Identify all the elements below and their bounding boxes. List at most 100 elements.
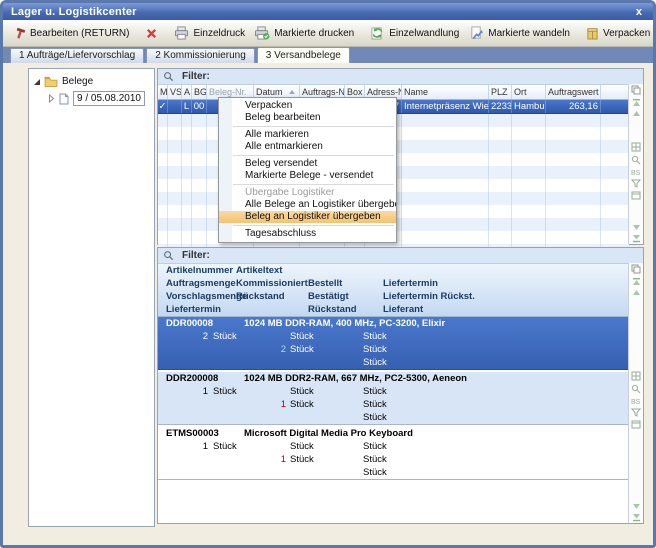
markierte-wandeln-button[interactable]: Markierte wandeln [464, 24, 575, 42]
copy-icon[interactable] [631, 85, 641, 95]
funnel-icon[interactable] [631, 408, 641, 417]
cell-a[interactable]: L [182, 100, 192, 113]
column-header-plz[interactable]: PLZ [489, 85, 512, 99]
column-header-vs[interactable]: VS [168, 85, 182, 99]
scroll-top-icon[interactable] [632, 98, 641, 107]
article-group-ddr00008[interactable]: DDR00008 1024 MB DDR-RAM, 400 MHz, PC-32… [158, 317, 629, 370]
column-header-a[interactable]: A [182, 85, 192, 99]
svg-text:BS: BS [631, 399, 641, 405]
grid-icon[interactable] [631, 142, 641, 152]
bs-icon[interactable]: BS [631, 397, 642, 405]
column-header-name[interactable]: Name [402, 85, 489, 99]
group-title-line: ETMS00003 Microsoft Digital Media Pro Ke… [158, 427, 629, 440]
zoom-icon[interactable] [631, 155, 641, 165]
tree-node-document-label[interactable]: 9 / 05.08.2010 [73, 91, 145, 106]
grid-line [512, 114, 546, 247]
artikelnummer: DDR200008 [166, 372, 218, 385]
grid-icon[interactable] [631, 371, 641, 381]
einzeldruck-button[interactable]: Einzeldruck [169, 24, 250, 42]
article-group-ddr200008[interactable]: DDR200008 1024 MB DDR2-RAM, 667 MHz, PC2… [158, 372, 629, 425]
rueckstand-value: 1 [244, 398, 286, 411]
header-rueckstand: Rückstand [236, 291, 308, 302]
window-icon[interactable] [631, 420, 641, 429]
app-window: Lager u. Logistikcenter x Bearbeiten (RE… [0, 0, 656, 548]
cell-auftragswert[interactable]: 263,16 [546, 100, 601, 113]
menu-item-beleg-versendet[interactable]: Beleg versendet [219, 158, 396, 170]
column-header-bg[interactable]: BG [192, 85, 207, 99]
header-vorschlagsmenge: Vorschlagsmenge [158, 291, 236, 302]
markierte-drucken-button[interactable]: Markierte drucken [250, 24, 359, 42]
convert-arrows-icon [370, 26, 385, 40]
tree-node-belege[interactable]: Belege [29, 73, 154, 90]
cell-plz[interactable]: 22335 [489, 100, 512, 113]
scroll-bottom-icon[interactable] [632, 513, 641, 522]
verpacken-button[interactable]: Verpacken [581, 24, 655, 42]
header-row-2: Auftragsmenge Kommissioniert Bestellt Li… [158, 277, 629, 290]
unit-label: Stück [363, 411, 387, 424]
grid-line [192, 114, 207, 247]
window-icon[interactable] [631, 191, 641, 200]
menu-item-verpacken[interactable]: Verpacken [219, 100, 396, 112]
tree-node-document[interactable]: 9 / 05.08.2010 [29, 90, 154, 107]
expand-arrow-icon[interactable] [34, 79, 40, 85]
printer-marked-icon [255, 26, 270, 40]
bearbeiten-button[interactable]: Bearbeiten (RETURN) [8, 25, 134, 42]
column-header-ort[interactable]: Ort [512, 85, 546, 99]
copy-icon[interactable] [631, 264, 641, 274]
svg-text:BS: BS [631, 170, 641, 176]
column-header-auftragswert[interactable]: Auftragswert € [546, 85, 601, 99]
scroll-bottom-icon[interactable] [632, 234, 641, 243]
menu-item-beleg-bearbeiten[interactable]: Beleg bearbeiten [219, 112, 396, 124]
auftragsmenge-value: 2 [166, 330, 208, 343]
scroll-up-icon[interactable] [632, 289, 641, 296]
scroll-down-icon[interactable] [632, 224, 641, 231]
column-header-filler [601, 85, 629, 99]
collapse-arrow-icon[interactable] [48, 94, 55, 103]
menu-item-alle-belege-an-logistiker[interactable]: Alle Belege an Logistiker übergeben [219, 199, 396, 211]
printer-icon [174, 26, 189, 40]
grid-line [182, 114, 192, 247]
cell-vs[interactable] [168, 100, 182, 113]
artikelnummer: DDR00008 [166, 317, 213, 330]
column-header-m[interactable]: M [158, 85, 168, 99]
group-qty-line: 2 Stück Stück Stück [158, 330, 629, 343]
menu-item-uebergabe-logistiker: Übergabe Logistiker [219, 187, 396, 199]
top-grid-side-toolbar: BS [628, 84, 643, 244]
cell-ort[interactable]: Hamburg [512, 100, 546, 113]
cell-marked[interactable]: ✓ [158, 100, 168, 113]
bs-icon[interactable]: BS [631, 168, 642, 176]
header-kommissioniert: Kommissioniert [236, 278, 308, 289]
group-qty-line: 1 Stück Stück Stück [158, 385, 629, 398]
tab-kommissionierung[interactable]: 2 Kommissionierung [146, 48, 255, 63]
top-filter-bar[interactable]: Filter: [158, 69, 643, 85]
tab-versandbelege[interactable]: 3 Versandbelege [257, 47, 350, 63]
scroll-top-icon[interactable] [632, 277, 641, 286]
delete-x-icon [145, 27, 158, 40]
artikeltext: 1024 MB DDR2-RAM, 667 MHz, PC2-5300, Aen… [244, 372, 467, 385]
menu-separator [233, 155, 394, 156]
markierte-wandeln-label: Markierte wandeln [488, 28, 570, 39]
cell-name[interactable]: Internetpräsenz Wieland KG [402, 100, 489, 113]
close-button[interactable]: x [633, 6, 645, 18]
unit-label: Stück [363, 343, 387, 356]
scroll-down-icon[interactable] [632, 503, 641, 510]
delete-button[interactable] [140, 25, 163, 42]
rueckstand-value: 2 [244, 343, 286, 356]
menu-item-tagesabschluss[interactable]: Tagesabschluss [219, 228, 396, 240]
tab-auftraege-liefervorschlag[interactable]: 1 Aufträge/Liefervorschlag [10, 48, 144, 63]
zoom-icon[interactable] [631, 384, 641, 394]
edit-tool-icon [13, 27, 26, 40]
menu-item-alle-markieren[interactable]: Alle markieren [219, 129, 396, 141]
article-group-etms00003[interactable]: ETMS00003 Microsoft Digital Media Pro Ke… [158, 427, 629, 480]
funnel-icon[interactable] [631, 179, 641, 188]
menu-item-alle-entmarkieren[interactable]: Alle entmarkieren [219, 141, 396, 153]
cell-bg[interactable]: 00 [192, 100, 207, 113]
unit-label: Stück [363, 466, 387, 479]
grid-line [402, 114, 489, 247]
menu-item-beleg-an-logistiker[interactable]: Beleg an Logistiker übergeben [219, 211, 396, 223]
einzelwandlung-button[interactable]: Einzelwandlung [365, 24, 464, 42]
bottom-filter-bar[interactable]: Filter: [158, 248, 643, 264]
menu-item-markierte-belege-versendet[interactable]: Markierte Belege - versendet [219, 170, 396, 182]
title-bar: Lager u. Logistikcenter x [3, 3, 653, 20]
scroll-up-icon[interactable] [632, 110, 641, 117]
